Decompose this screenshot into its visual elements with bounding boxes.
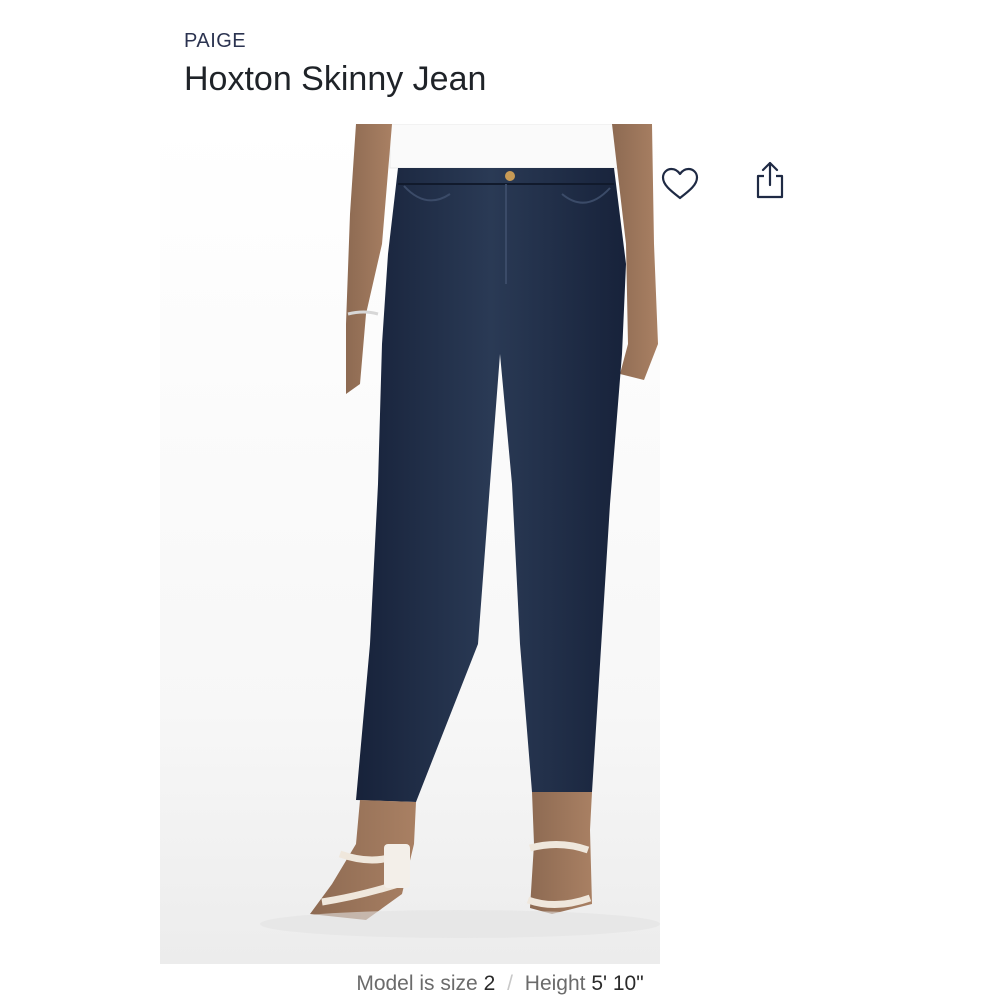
product-detail-page: PAIGE Hoxton Skinny Jean Model is size 2… bbox=[0, 0, 1000, 1000]
share-button[interactable] bbox=[748, 158, 792, 202]
model-height-label: Height bbox=[524, 972, 586, 995]
brand-link[interactable]: PAIGE bbox=[184, 30, 246, 53]
heart-icon bbox=[661, 167, 699, 200]
share-icon bbox=[756, 161, 784, 199]
model-size-label: Model is size bbox=[356, 972, 478, 995]
model-wearing-jeans-illustration bbox=[260, 124, 660, 938]
product-title: Hoxton Skinny Jean bbox=[184, 60, 487, 98]
model-height-value: 5' 10" bbox=[591, 972, 644, 995]
model-info-separator: / bbox=[507, 972, 513, 995]
model-size-value: 2 bbox=[483, 972, 496, 995]
favorite-button[interactable] bbox=[658, 162, 702, 206]
model-info: Model is size 2 / Height 5' 10" bbox=[0, 972, 1000, 996]
product-image[interactable] bbox=[160, 124, 660, 964]
